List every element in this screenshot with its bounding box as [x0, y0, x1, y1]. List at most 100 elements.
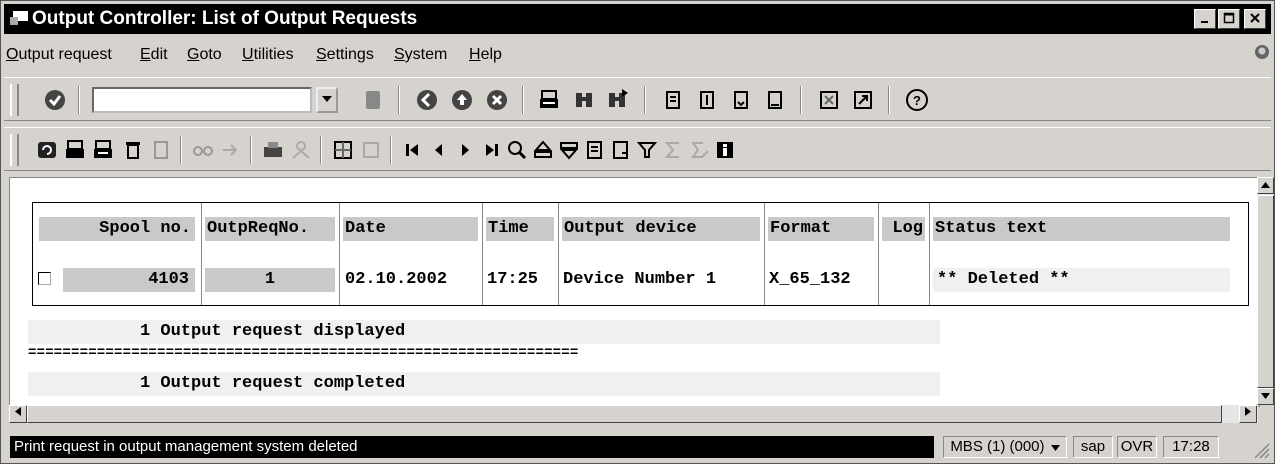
minimize-button[interactable] [1194, 9, 1216, 29]
scroll-up-button[interactable] [1257, 177, 1274, 194]
information-button[interactable] [712, 137, 738, 163]
scroll-right-button[interactable] [1239, 405, 1257, 423]
subtotal-button[interactable] [686, 137, 712, 163]
subtotal-icon [691, 142, 709, 158]
menu-edit[interactable]: Edit [140, 46, 168, 64]
column-header-format[interactable]: Format [768, 217, 874, 241]
cell-format[interactable]: X_65_132 [769, 268, 877, 292]
save-button[interactable] [360, 87, 386, 113]
find-next-button[interactable] [604, 87, 630, 113]
exit-button[interactable] [449, 87, 475, 113]
column-header-time[interactable]: Time [486, 217, 554, 241]
help-button[interactable]: ? [904, 87, 930, 113]
enter-button[interactable] [42, 87, 68, 113]
menu-output-request[interactable]: Output request [6, 46, 112, 64]
menu-utilities[interactable]: Utilities [242, 46, 294, 64]
info-icon [717, 142, 733, 158]
delete-button[interactable] [120, 137, 146, 163]
sum-icon [664, 142, 679, 158]
choose-layout-button[interactable] [608, 137, 634, 163]
last-page-button[interactable] [762, 87, 788, 113]
cell-log[interactable] [882, 268, 927, 292]
vertical-scrollbar[interactable] [1257, 177, 1274, 405]
menu-goto[interactable]: Goto [187, 46, 222, 64]
title-bar[interactable]: Output Controller: List of Output Reques… [4, 4, 1271, 34]
print-button[interactable] [536, 87, 562, 113]
vertical-scroll-thumb[interactable] [1257, 195, 1274, 388]
total-button[interactable] [660, 137, 686, 163]
column-header-output-device[interactable]: Output device [562, 217, 760, 241]
display-contents-button[interactable] [148, 137, 174, 163]
next-icon [462, 144, 469, 156]
print-directly-button[interactable] [62, 137, 88, 163]
cell-outpreqno[interactable]: 1 [205, 268, 335, 292]
sort-descending-icon [559, 142, 579, 160]
create-session-button[interactable] [816, 87, 842, 113]
scroll-down-button[interactable] [1257, 388, 1274, 405]
first-page-nav-button[interactable] [400, 137, 426, 163]
first-page-button[interactable] [660, 87, 686, 113]
previous-nav-button[interactable] [426, 137, 452, 163]
cell-spool-no[interactable]: 4103 [63, 268, 195, 292]
system-info-field[interactable]: MBS (1) (000) [943, 436, 1067, 458]
insert-mode-field[interactable]: OVR [1117, 436, 1157, 458]
cancel-icon [487, 90, 507, 110]
column-divider [764, 203, 765, 305]
horizontal-scroll-thumb[interactable] [27, 405, 1222, 423]
menu-settings[interactable]: Settings [316, 46, 374, 64]
next-page-button[interactable] [728, 87, 754, 113]
find-button[interactable] [571, 87, 597, 113]
column-header-spool-no[interactable]: Spool no. [39, 217, 195, 241]
column-header-log[interactable]: Log [882, 217, 925, 241]
last-page-icon [768, 91, 782, 109]
export-button[interactable] [582, 137, 608, 163]
column-divider [929, 203, 930, 305]
back-button[interactable] [414, 87, 440, 113]
previous-page-icon [700, 91, 714, 109]
column-header-outpreqno[interactable]: OutpReqNo. [205, 217, 335, 241]
row-select-checkbox[interactable] [38, 272, 51, 285]
previous-icon [435, 144, 442, 156]
column-header-status-text[interactable]: Status text [933, 217, 1230, 241]
sort-ascending-button[interactable] [530, 137, 556, 163]
cancel-button[interactable] [484, 87, 510, 113]
menu-system[interactable]: System [394, 46, 447, 64]
toolbar-separator [320, 136, 322, 164]
menu-help[interactable]: Help [469, 46, 502, 64]
column-divider [558, 203, 559, 305]
printer-spool-icon [264, 142, 282, 157]
next-nav-button[interactable] [452, 137, 478, 163]
resize-grip-icon[interactable] [1252, 441, 1270, 459]
cell-status-text[interactable]: ** Deleted ** [933, 268, 1230, 292]
status-message[interactable]: Print request in output management syste… [10, 436, 934, 458]
output-attributes-button[interactable] [190, 137, 216, 163]
column-divider [201, 203, 202, 305]
settings-button[interactable] [330, 137, 356, 163]
filter-button[interactable] [634, 137, 660, 163]
summary-completed: 1 Output request completed [28, 372, 940, 396]
first-page-icon [666, 91, 680, 109]
create-shortcut-button[interactable] [850, 87, 876, 113]
exit-icon [452, 90, 472, 110]
spool-request-button[interactable] [260, 137, 286, 163]
scroll-left-button[interactable] [9, 405, 27, 423]
column-header-date[interactable]: Date [343, 217, 478, 241]
cell-time[interactable]: 17:25 [487, 268, 557, 292]
details-button[interactable] [504, 137, 530, 163]
close-button[interactable] [1244, 9, 1266, 29]
sort-descending-button[interactable] [556, 137, 582, 163]
refresh-button[interactable] [34, 137, 60, 163]
last-page-nav-button[interactable] [478, 137, 504, 163]
receiver-button[interactable] [288, 137, 314, 163]
command-field-dropdown[interactable] [316, 87, 338, 113]
redirect-button[interactable] [218, 137, 244, 163]
horizontal-scrollbar[interactable] [9, 405, 1258, 423]
maximize-button[interactable] [1218, 9, 1240, 29]
previous-page-button[interactable] [694, 87, 720, 113]
cell-date[interactable]: 02.10.2002 [345, 268, 480, 292]
print-with-changed-parameters-button[interactable] [90, 137, 116, 163]
cell-output-device[interactable]: Device Number 1 [563, 268, 763, 292]
text-button[interactable] [358, 137, 384, 163]
command-field[interactable] [92, 87, 312, 113]
time-field: 17:28 [1163, 436, 1219, 458]
